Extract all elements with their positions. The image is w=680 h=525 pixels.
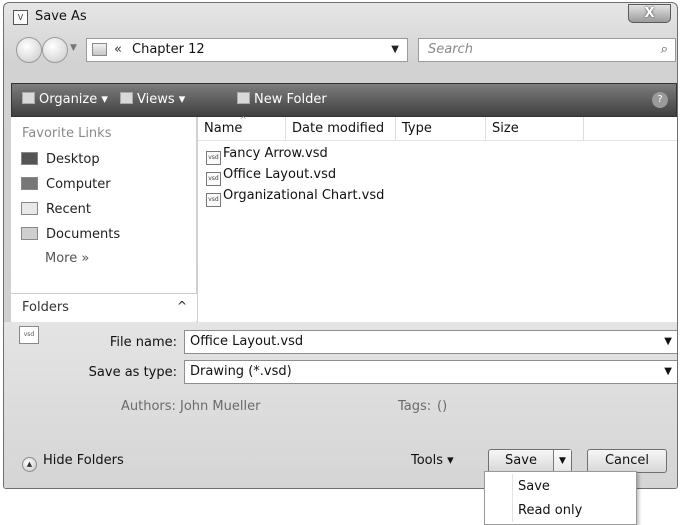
sidebar-item-label: Recent xyxy=(46,202,91,217)
title-bar[interactable]: V Save As X xyxy=(4,3,677,31)
menu-item-read-only[interactable]: Read only xyxy=(518,503,582,518)
sidebar-item-label: Documents xyxy=(46,227,121,242)
save-options-area: vsd File name: Office Layout.vsd ▼ Save … xyxy=(4,322,677,488)
command-toolbar: Organize ▾ Views ▾ New Folder ? xyxy=(11,83,677,117)
column-header-label: Date modified xyxy=(292,121,385,136)
tags-label: Tags: xyxy=(398,399,432,414)
chevron-down-icon[interactable]: ▼ xyxy=(664,336,672,347)
address-bar[interactable]: « Chapter 12 ▼ xyxy=(86,38,408,62)
close-button[interactable]: X xyxy=(628,4,671,23)
search-icon[interactable]: ⌕ xyxy=(661,42,668,57)
hide-folders-label: Hide Folders xyxy=(43,453,124,468)
more-links[interactable]: More » xyxy=(45,251,89,266)
organize-icon xyxy=(22,92,35,104)
column-header-name[interactable]: ^ Name xyxy=(198,115,286,141)
organize-menu[interactable]: Organize ▾ xyxy=(22,92,108,107)
save-button[interactable]: Save xyxy=(489,450,553,472)
menu-gutter xyxy=(512,474,513,522)
breadcrumb-overflow[interactable]: « xyxy=(114,42,122,57)
recent-icon xyxy=(21,202,38,215)
tools-menu[interactable]: Tools ▾ xyxy=(411,453,454,468)
visio-file-icon: vsd xyxy=(206,172,221,186)
save-as-dialog: V Save As X ▼ « Chapter 12 ▼ Search ⌕ Or… xyxy=(3,2,678,489)
forward-button[interactable] xyxy=(42,37,68,63)
new-folder-icon xyxy=(237,92,250,104)
file-name-value: Office Layout.vsd xyxy=(190,334,304,349)
file-name-label: File name: xyxy=(109,335,177,350)
file-name: Organizational Chart.vsd xyxy=(223,188,385,203)
authors-label: Authors: xyxy=(121,399,176,414)
address-dropdown-icon[interactable]: ▼ xyxy=(391,44,399,55)
save-type-value: Drawing (*.vsd) xyxy=(190,364,292,379)
save-options-dropdown-icon[interactable]: ▼ xyxy=(553,450,571,472)
folders-toggle[interactable]: Folders ^ xyxy=(11,293,197,321)
sidebar-item-desktop[interactable]: Desktop xyxy=(21,152,100,174)
authors-value[interactable]: John Mueller xyxy=(180,399,260,414)
tags-value[interactable]: () xyxy=(437,399,447,414)
column-header-size[interactable]: Size xyxy=(486,117,584,141)
folder-icon xyxy=(92,43,107,56)
desktop-icon xyxy=(21,152,38,165)
new-folder-button[interactable]: New Folder xyxy=(237,92,327,107)
chevron-up-circle-icon: ▲ xyxy=(22,457,37,472)
computer-icon xyxy=(21,177,38,190)
sidebar-item-label: Computer xyxy=(46,177,111,192)
file-list: ^ Name Date modified Type Size vsd Fancy … xyxy=(198,115,677,322)
documents-icon xyxy=(21,227,38,240)
cancel-button[interactable]: Cancel xyxy=(587,449,667,473)
column-header-date[interactable]: Date modified xyxy=(286,117,396,141)
visio-app-icon: V xyxy=(13,10,28,25)
recent-pages-dropdown-icon[interactable]: ▼ xyxy=(70,43,77,53)
organize-label: Organize ▾ xyxy=(39,92,108,107)
visio-file-icon: vsd xyxy=(206,193,221,207)
hide-folders-button[interactable]: ▲ Hide Folders xyxy=(22,453,124,472)
sidebar-item-documents[interactable]: Documents xyxy=(21,227,120,249)
views-icon xyxy=(120,92,133,104)
sidebar-item-label: Desktop xyxy=(46,152,100,167)
address-row: ▼ « Chapter 12 ▼ Search ⌕ xyxy=(4,33,677,65)
views-menu[interactable]: Views ▾ xyxy=(120,92,185,107)
save-type-select[interactable]: Drawing (*.vsd) ▼ xyxy=(184,360,677,384)
file-item[interactable]: vsd Organizational Chart.vsd xyxy=(206,188,384,209)
file-name: Fancy Arrow.vsd xyxy=(223,146,328,161)
views-label: Views ▾ xyxy=(137,92,186,107)
file-name-field[interactable]: Office Layout.vsd ▼ xyxy=(184,330,677,354)
column-header-label: Type xyxy=(402,121,432,136)
save-options-menu: Save Read only xyxy=(484,471,637,525)
sidebar-item-recent[interactable]: Recent xyxy=(21,202,91,224)
chevron-down-icon[interactable]: ▼ xyxy=(664,366,672,377)
sort-indicator-icon: ^ xyxy=(240,115,247,124)
back-button[interactable] xyxy=(16,37,42,63)
column-header-label: Size xyxy=(492,121,519,136)
file-name: Office Layout.vsd xyxy=(223,167,337,182)
favorite-links-header: Favorite Links xyxy=(22,126,112,141)
file-item[interactable]: vsd Fancy Arrow.vsd xyxy=(206,146,328,167)
column-header-type[interactable]: Type xyxy=(396,117,486,141)
visio-file-icon: vsd xyxy=(206,151,221,165)
sidebar-item-computer[interactable]: Computer xyxy=(21,177,111,199)
file-thumbnail-icon: vsd xyxy=(19,326,39,344)
search-placeholder: Search xyxy=(428,42,473,57)
navigation-pane: Favorite Links Desktop Computer Recent D… xyxy=(11,117,197,322)
chevron-up-icon: ^ xyxy=(176,299,187,313)
file-item[interactable]: vsd Office Layout.vsd xyxy=(206,167,336,188)
window-title: Save As xyxy=(35,9,87,24)
save-type-label: Save as type: xyxy=(88,365,177,380)
folders-label: Folders xyxy=(22,300,69,315)
new-folder-label: New Folder xyxy=(254,92,327,107)
breadcrumb-chapter12[interactable]: Chapter 12 xyxy=(132,42,205,57)
menu-item-save[interactable]: Save xyxy=(518,479,550,494)
search-input[interactable]: Search ⌕ xyxy=(418,38,676,62)
save-split-button[interactable]: Save ▼ xyxy=(488,449,572,473)
help-icon[interactable]: ? xyxy=(652,92,668,108)
column-header-row: ^ Name Date modified Type Size xyxy=(198,115,677,141)
column-header-label: Name xyxy=(204,121,243,136)
